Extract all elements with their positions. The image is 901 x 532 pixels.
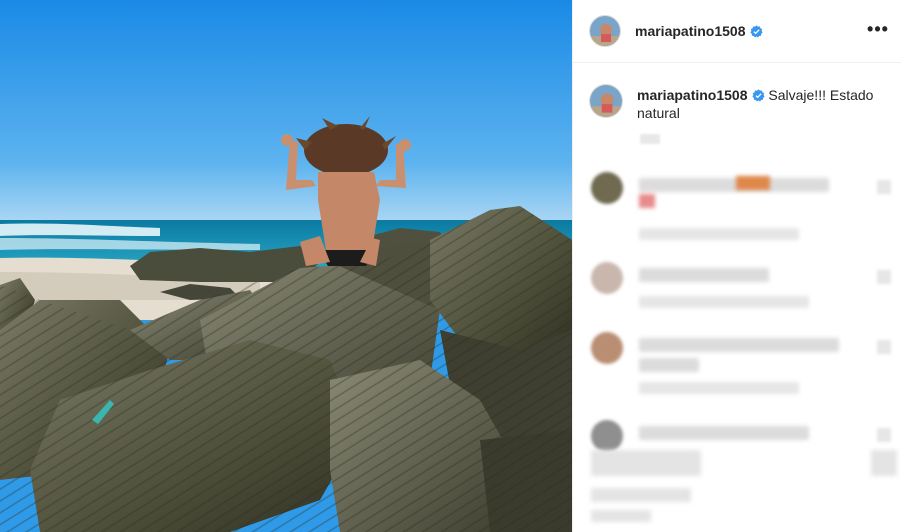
comment-meta-blurred <box>639 296 809 308</box>
post-photo[interactable] <box>0 0 572 532</box>
bookmark-blurred <box>871 450 897 476</box>
comment-text-blurred <box>639 358 699 372</box>
comment-text-blurred <box>639 178 829 192</box>
comment-text-blurred <box>639 268 769 282</box>
comment-blurred <box>591 262 891 322</box>
comment-blurred <box>591 332 891 394</box>
comment-avatar <box>591 420 623 452</box>
header-username[interactable]: mariapatino1508 <box>635 23 746 39</box>
caption-row: mariapatino1508 Salvaje!!! Estado natura… <box>573 63 901 122</box>
caption-timestamp-blurred <box>640 134 660 144</box>
comment-like-icon[interactable] <box>877 180 891 194</box>
comment-text-blurred <box>639 426 809 440</box>
beach-scene <box>0 0 572 532</box>
comment-blurred <box>591 172 891 240</box>
comment-like-icon[interactable] <box>877 340 891 354</box>
comment-emoji-blurred <box>736 176 770 190</box>
comment-like-icon[interactable] <box>877 270 891 284</box>
verified-badge-icon <box>749 24 763 38</box>
caption-avatar[interactable] <box>589 84 623 118</box>
comment-avatar <box>591 172 623 204</box>
comment-like-icon[interactable] <box>877 428 891 442</box>
comment-emoji-blurred <box>639 194 655 208</box>
comment-avatar <box>591 332 623 364</box>
action-bar-blurred <box>591 450 701 476</box>
caption-text: mariapatino1508 Salvaje!!! Estado natura… <box>637 86 877 122</box>
more-options-icon[interactable]: ••• <box>865 18 891 44</box>
verified-badge-icon <box>751 89 765 102</box>
caption-username[interactable]: mariapatino1508 <box>637 87 748 103</box>
comment-meta-blurred <box>639 228 799 240</box>
comment-avatar <box>591 262 623 294</box>
likes-count-blurred <box>591 488 691 502</box>
post-header: mariapatino1508 ••• <box>573 0 901 63</box>
post-sidebar: mariapatino1508 ••• mariapatino1508 Salv… <box>572 0 901 532</box>
author-avatar[interactable] <box>589 15 621 47</box>
comment-text-blurred <box>639 338 839 352</box>
post-date-blurred <box>591 510 651 522</box>
comment-meta-blurred <box>639 382 799 394</box>
